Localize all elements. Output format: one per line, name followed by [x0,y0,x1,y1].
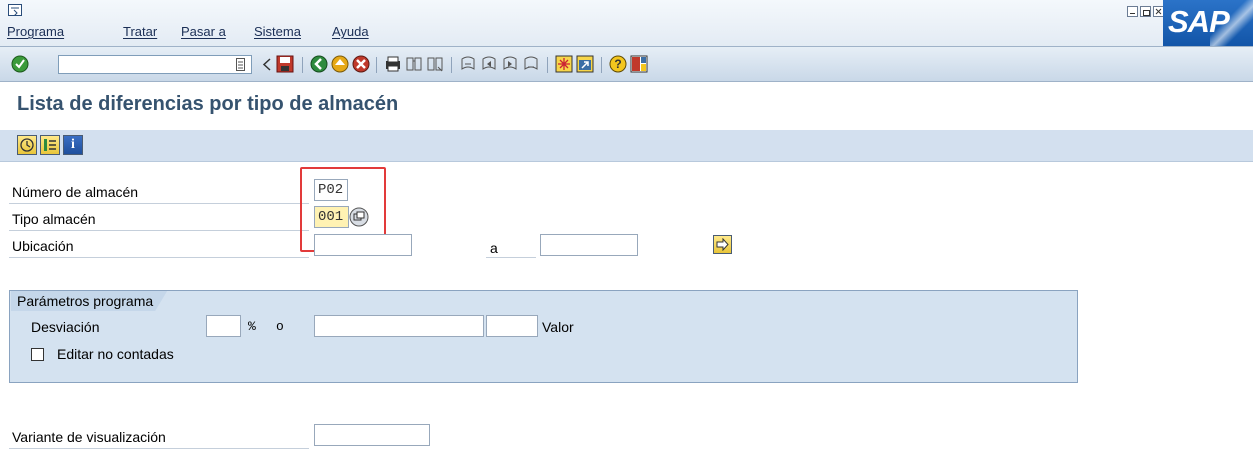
ubicacion-to-label: a [490,240,498,256]
variante-input[interactable] [314,424,430,446]
layout-icon[interactable] [630,55,648,73]
valor-label: Valor [542,319,574,335]
toolbar-separator [601,57,602,73]
cancel-icon[interactable] [352,55,370,73]
page-title: Lista de diferencias por tipo de almacén [17,93,399,115]
ubicacion-label: Ubicación [12,238,74,254]
editar-no-contadas-label: Editar no contadas [57,346,174,362]
variante-label: Variante de visualización [12,429,166,445]
back-green-icon[interactable] [310,55,328,73]
menu-tratar[interactable]: Tratar [123,24,157,39]
label-underline [9,230,309,231]
label-underline [9,203,309,204]
svg-text:?: ? [614,57,621,71]
numero-almacen-label: Número de almacén [12,184,139,200]
menu-programa[interactable]: Programa [7,24,64,39]
ubicacion-to-input[interactable] [540,234,638,256]
last-page-icon[interactable] [522,55,540,73]
label-underline [9,448,309,449]
multiple-selection-icon[interactable] [713,235,732,254]
first-page-icon[interactable] [459,55,477,73]
back-icon[interactable] [262,58,272,71]
info-icon[interactable]: i [63,135,83,155]
desviacion-amount-input[interactable] [314,315,484,337]
menu-icon[interactable] [8,4,22,16]
minimize-icon[interactable] [1127,6,1138,17]
find-icon[interactable] [405,55,423,73]
desviacion-label: Desviación [31,319,100,335]
menu-header [0,0,1253,46]
execute-icon[interactable] [17,135,37,155]
find-next-icon[interactable] [426,55,444,73]
print-icon[interactable] [384,55,402,73]
application-toolbar [0,130,1253,162]
currency-input[interactable] [486,315,538,337]
logo-swoosh [1210,0,1253,46]
new-session-icon[interactable] [555,55,573,73]
desviacion-percent-input[interactable] [206,315,241,337]
menu-ayuda[interactable]: Ayuda [332,24,369,39]
save-icon[interactable] [276,55,294,73]
menu-pasar-a[interactable]: Pasar a [181,24,226,39]
editar-no-contadas-checkbox[interactable] [31,348,44,361]
label-underline [9,257,309,258]
tipo-almacen-label: Tipo almacén [12,211,96,227]
prev-page-icon[interactable] [480,55,498,73]
menu-sistema[interactable]: Sistema [254,24,301,39]
group-title: Parámetros programa [11,291,167,311]
exit-icon[interactable] [331,55,349,73]
toolbar-separator [451,57,452,73]
selection-options-icon[interactable] [40,135,60,155]
ubicacion-from-input[interactable] [314,234,412,256]
command-history-icon[interactable] [236,58,245,71]
next-page-icon[interactable] [501,55,519,73]
shortcut-icon[interactable] [576,55,594,73]
toolbar-separator [547,57,548,73]
restore-icon[interactable] [1140,6,1151,17]
command-field[interactable] [58,55,252,74]
toolbar-separator [376,57,377,73]
or-label: o [276,319,284,334]
parametros-programa-group [9,290,1078,383]
label-underline [486,257,536,258]
help-icon[interactable]: ? [609,55,627,73]
percent-sign: % [248,319,256,334]
toolbar-separator [302,57,303,73]
enter-icon[interactable] [11,55,29,73]
